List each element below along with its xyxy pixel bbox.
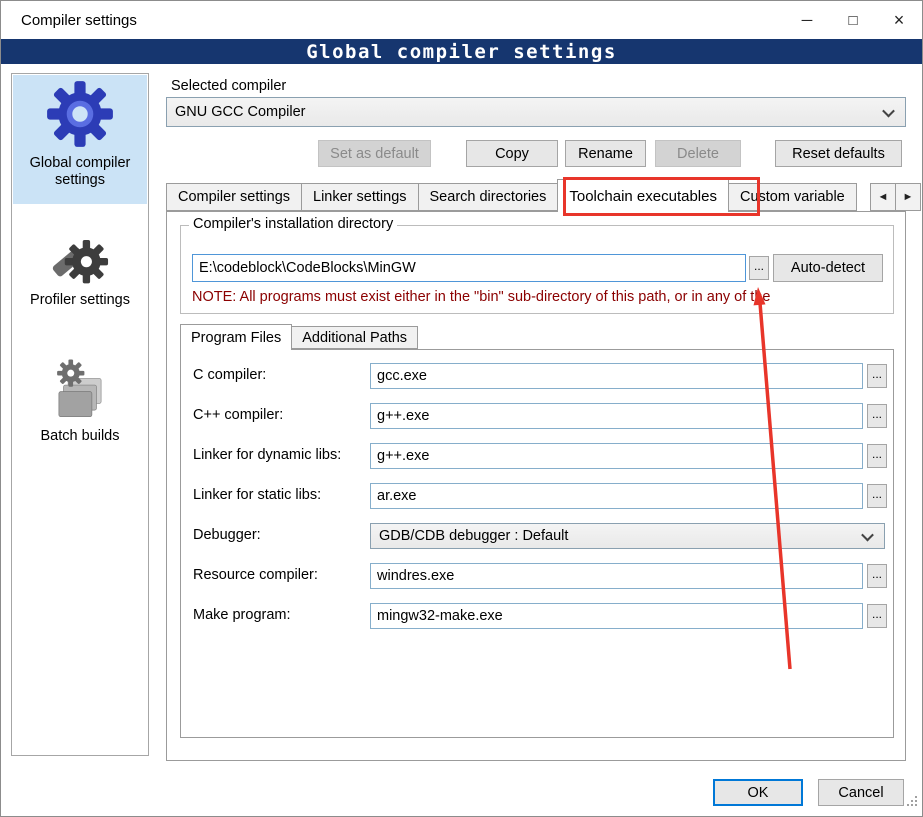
- sidebar-item-global-compiler-settings[interactable]: Global compiler settings: [13, 75, 147, 204]
- selected-compiler-dropdown[interactable]: GNU GCC Compiler: [166, 97, 906, 127]
- browse-make-program-button[interactable]: ...: [867, 604, 887, 628]
- debugger-value: GDB/CDB debugger : Default: [379, 528, 569, 544]
- field-row-debugger: Debugger: GDB/CDB debugger : Default: [181, 523, 893, 550]
- static-linker-input[interactable]: [370, 483, 863, 509]
- field-row-dynamic-linker: Linker for dynamic libs: ...: [181, 443, 893, 470]
- installation-directory-label: Compiler's installation directory: [189, 216, 398, 232]
- copy-button[interactable]: Copy: [466, 140, 558, 167]
- auto-detect-button[interactable]: Auto-detect: [773, 254, 883, 282]
- dynamic-linker-input[interactable]: [370, 443, 863, 469]
- browse-resource-compiler-button[interactable]: ...: [867, 564, 887, 588]
- settings-sidebar: Global compiler settings Profiler settin…: [11, 73, 149, 756]
- tab-additional-paths[interactable]: Additional Paths: [291, 326, 419, 349]
- dynamic-linker-label: Linker for dynamic libs:: [193, 447, 342, 463]
- set-as-default-button[interactable]: Set as default: [318, 140, 431, 167]
- tab-compiler-settings[interactable]: Compiler settings: [166, 183, 303, 211]
- sidebar-item-label: Global compiler settings: [29, 155, 131, 188]
- blue-gear-icon: [47, 81, 113, 147]
- rename-button[interactable]: Rename: [565, 140, 646, 167]
- browse-directory-button[interactable]: ...: [749, 256, 769, 280]
- titlebar: Compiler settings ─ □ ×: [1, 1, 922, 39]
- resource-compiler-label: Resource compiler:: [193, 567, 318, 583]
- cpp-compiler-input[interactable]: [370, 403, 863, 429]
- tab-program-files[interactable]: Program Files: [180, 324, 293, 350]
- close-icon[interactable]: ×: [876, 1, 922, 39]
- delete-button[interactable]: Delete: [655, 140, 741, 167]
- make-program-label: Make program:: [193, 607, 291, 623]
- static-linker-label: Linker for static libs:: [193, 487, 322, 503]
- field-row-make-program: Make program: ...: [181, 603, 893, 630]
- field-row-c-compiler: C compiler: ...: [181, 363, 893, 390]
- compiler-settings-window: Compiler settings ─ □ × Global compiler …: [0, 0, 923, 817]
- resize-grip[interactable]: [906, 795, 919, 813]
- cpp-compiler-label: C++ compiler:: [193, 407, 284, 423]
- sidebar-item-label: Profiler settings: [30, 292, 130, 308]
- browse-static-linker-button[interactable]: ...: [867, 484, 887, 508]
- chevron-down-icon: [861, 528, 874, 541]
- browse-c-compiler-button[interactable]: ...: [867, 364, 887, 388]
- toolchain-executables-panel: Compiler's installation directory ... Au…: [166, 211, 906, 761]
- profiler-tool-icon: [52, 240, 109, 284]
- tab-scroll-left-icon[interactable]: ◄: [870, 183, 896, 211]
- tab-toolchain-executables[interactable]: Toolchain executables: [557, 179, 729, 212]
- bin-subdirectory-note: NOTE: All programs must exist either in …: [192, 289, 771, 305]
- tab-custom-variables[interactable]: Custom variable: [727, 183, 857, 211]
- batch-builds-icon: [57, 359, 102, 418]
- installation-directory-input[interactable]: [192, 254, 746, 282]
- tab-search-directories[interactable]: Search directories: [417, 183, 559, 211]
- c-compiler-label: C compiler:: [193, 367, 267, 383]
- tab-linker-settings[interactable]: Linker settings: [301, 183, 419, 211]
- window-title: Compiler settings: [21, 11, 137, 29]
- sidebar-item-batch-builds[interactable]: Batch builds: [13, 352, 147, 452]
- make-program-input[interactable]: [370, 603, 863, 629]
- program-files-panel: C compiler: ... C++ compiler: ... Linker…: [180, 349, 894, 738]
- resource-compiler-input[interactable]: [370, 563, 863, 589]
- tab-scroll-right-icon[interactable]: ►: [895, 183, 921, 211]
- c-compiler-input[interactable]: [370, 363, 863, 389]
- minimize-icon[interactable]: ─: [784, 1, 830, 39]
- field-row-cpp-compiler: C++ compiler: ...: [181, 403, 893, 430]
- chevron-down-icon: [882, 104, 895, 117]
- browse-dynamic-linker-button[interactable]: ...: [867, 444, 887, 468]
- cancel-button[interactable]: Cancel: [818, 779, 904, 806]
- reset-defaults-button[interactable]: Reset defaults: [775, 140, 902, 167]
- selected-compiler-label: Selected compiler: [171, 78, 287, 94]
- settings-tab-bar: Compiler settings Linker settings Search…: [166, 179, 872, 212]
- debugger-label: Debugger:: [193, 527, 261, 543]
- field-row-static-linker: Linker for static libs: ...: [181, 483, 893, 510]
- browse-cpp-compiler-button[interactable]: ...: [867, 404, 887, 428]
- field-row-resource-compiler: Resource compiler: ...: [181, 563, 893, 590]
- window-controls: ─ □ ×: [784, 1, 922, 39]
- selected-compiler-value: GNU GCC Compiler: [175, 104, 306, 120]
- maximize-icon[interactable]: □: [830, 1, 876, 39]
- program-paths-tab-bar: Program Files Additional Paths: [180, 324, 419, 350]
- sidebar-item-label: Batch builds: [40, 428, 120, 444]
- sidebar-item-profiler-settings[interactable]: Profiler settings: [13, 218, 147, 318]
- ok-button[interactable]: OK: [713, 779, 803, 806]
- debugger-dropdown[interactable]: GDB/CDB debugger : Default: [370, 523, 885, 549]
- banner-title: Global compiler settings: [1, 39, 922, 64]
